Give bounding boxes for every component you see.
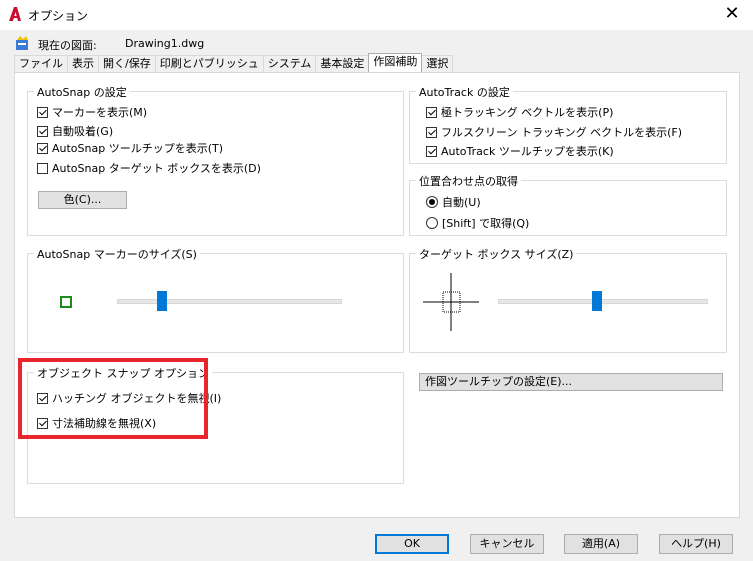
checkbox-checked[interactable] (426, 126, 437, 138)
show-marker-checkbox[interactable]: マーカーを表示(M) (37, 104, 147, 120)
aperture-box-checkbox[interactable]: AutoSnap ターゲット ボックスを表示(D) (37, 160, 261, 176)
close-button[interactable]: ✕ (719, 3, 745, 27)
window-title: オプション (28, 9, 89, 23)
highlight-box (18, 358, 208, 439)
radio-selected[interactable] (426, 196, 438, 208)
magnet-checkbox[interactable]: 自動吸着(G) (37, 123, 113, 139)
magnet-label: 自動吸着(G) (52, 125, 114, 138)
marker-size-slider-thumb[interactable] (157, 291, 167, 311)
checkbox-checked[interactable] (37, 142, 48, 154)
alignment-acquisition-group: 位置合わせ点の取得 自動(U) [Shift] で取得(Q) (409, 173, 727, 236)
drawing-file-icon (16, 36, 28, 50)
marker-preview-icon (60, 296, 72, 308)
tab-plot-publish[interactable]: 印刷とパブリッシュ (154, 55, 264, 72)
track-tooltip-label: AutoTrack ツールチップを表示(K) (441, 145, 614, 158)
tab-bar: ファイル 表示 開く/保存 印刷とパブリッシュ システム 基本設定 作図補助 選… (14, 53, 454, 72)
marker-size-slider-track[interactable] (117, 299, 342, 304)
checkbox-unchecked[interactable] (37, 162, 48, 174)
auto-acquire-label: 自動(U) (442, 196, 481, 209)
show-marker-label: マーカーを表示(M) (52, 106, 148, 119)
marker-size-group: AutoSnap マーカーのサイズ(S) (27, 246, 404, 353)
cancel-button[interactable]: キャンセル (470, 534, 544, 554)
fullscreen-vector-checkbox[interactable]: フルスクリーン トラッキング ベクトルを表示(F) (426, 124, 682, 140)
apply-button[interactable]: 適用(A) (564, 534, 638, 554)
ok-button[interactable]: OK (375, 534, 449, 554)
tab-user-preferences[interactable]: 基本設定 (315, 55, 370, 72)
autotrack-settings-title: AutoTrack の設定 (416, 84, 513, 100)
target-box-preview-icon (423, 273, 479, 331)
tab-open-save[interactable]: 開く/保存 (98, 55, 156, 72)
radio-unselected[interactable] (426, 217, 438, 229)
color-button[interactable]: 色(C)... (38, 191, 127, 209)
tab-selection[interactable]: 選択 (421, 55, 454, 72)
autotrack-settings-group: AutoTrack の設定 極トラッキング ベクトルを表示(P) フルスクリーン… (409, 84, 727, 164)
target-box-size-title: ターゲット ボックス サイズ(Z) (416, 246, 577, 262)
checkbox-checked[interactable] (426, 106, 437, 118)
shift-acquire-label: [Shift] で取得(Q) (442, 217, 530, 230)
target-box-size-group: ターゲット ボックス サイズ(Z) (409, 246, 727, 353)
autosnap-settings-title: AutoSnap の設定 (34, 84, 130, 100)
polar-vector-label: 極トラッキング ベクトルを表示(P) (441, 106, 614, 119)
autosnap-settings-group: AutoSnap の設定 マーカーを表示(M) 自動吸着(G) AutoSnap… (27, 84, 404, 236)
title-bar (0, 0, 753, 30)
shift-acquire-radio[interactable]: [Shift] で取得(Q) (426, 215, 529, 231)
fullscreen-vector-label: フルスクリーン トラッキング ベクトルを表示(F) (441, 126, 683, 139)
polar-vector-checkbox[interactable]: 極トラッキング ベクトルを表示(P) (426, 104, 613, 120)
current-drawing-label: 現在の図面: (38, 39, 97, 52)
aperture-box-label: AutoSnap ターゲット ボックスを表示(D) (52, 162, 261, 175)
checkbox-checked[interactable] (426, 145, 437, 157)
checkbox-checked[interactable] (37, 125, 48, 137)
snap-tooltip-checkbox[interactable]: AutoSnap ツールチップを表示(T) (37, 140, 223, 156)
tab-system[interactable]: システム (262, 55, 317, 72)
auto-acquire-radio[interactable]: 自動(U) (426, 194, 481, 210)
track-tooltip-checkbox[interactable]: AutoTrack ツールチップを表示(K) (426, 143, 614, 159)
alignment-acquisition-title: 位置合わせ点の取得 (416, 173, 521, 189)
tab-drafting[interactable]: 作図補助 (368, 53, 423, 72)
target-size-slider-thumb[interactable] (591, 291, 602, 311)
snap-tooltip-label: AutoSnap ツールチップを表示(T) (52, 142, 224, 155)
tab-display[interactable]: 表示 (67, 55, 99, 72)
tab-files[interactable]: ファイル (14, 55, 68, 72)
current-drawing-name: Drawing1.dwg (125, 37, 205, 50)
help-button[interactable]: ヘルプ(H) (659, 534, 733, 554)
checkbox-checked[interactable] (37, 106, 48, 118)
target-size-slider-track[interactable] (498, 299, 708, 304)
autocad-logo-icon (9, 7, 21, 21)
marker-size-title: AutoSnap マーカーのサイズ(S) (34, 246, 200, 262)
drafting-tooltip-settings-button[interactable]: 作図ツールチップの設定(E)... (419, 373, 723, 391)
